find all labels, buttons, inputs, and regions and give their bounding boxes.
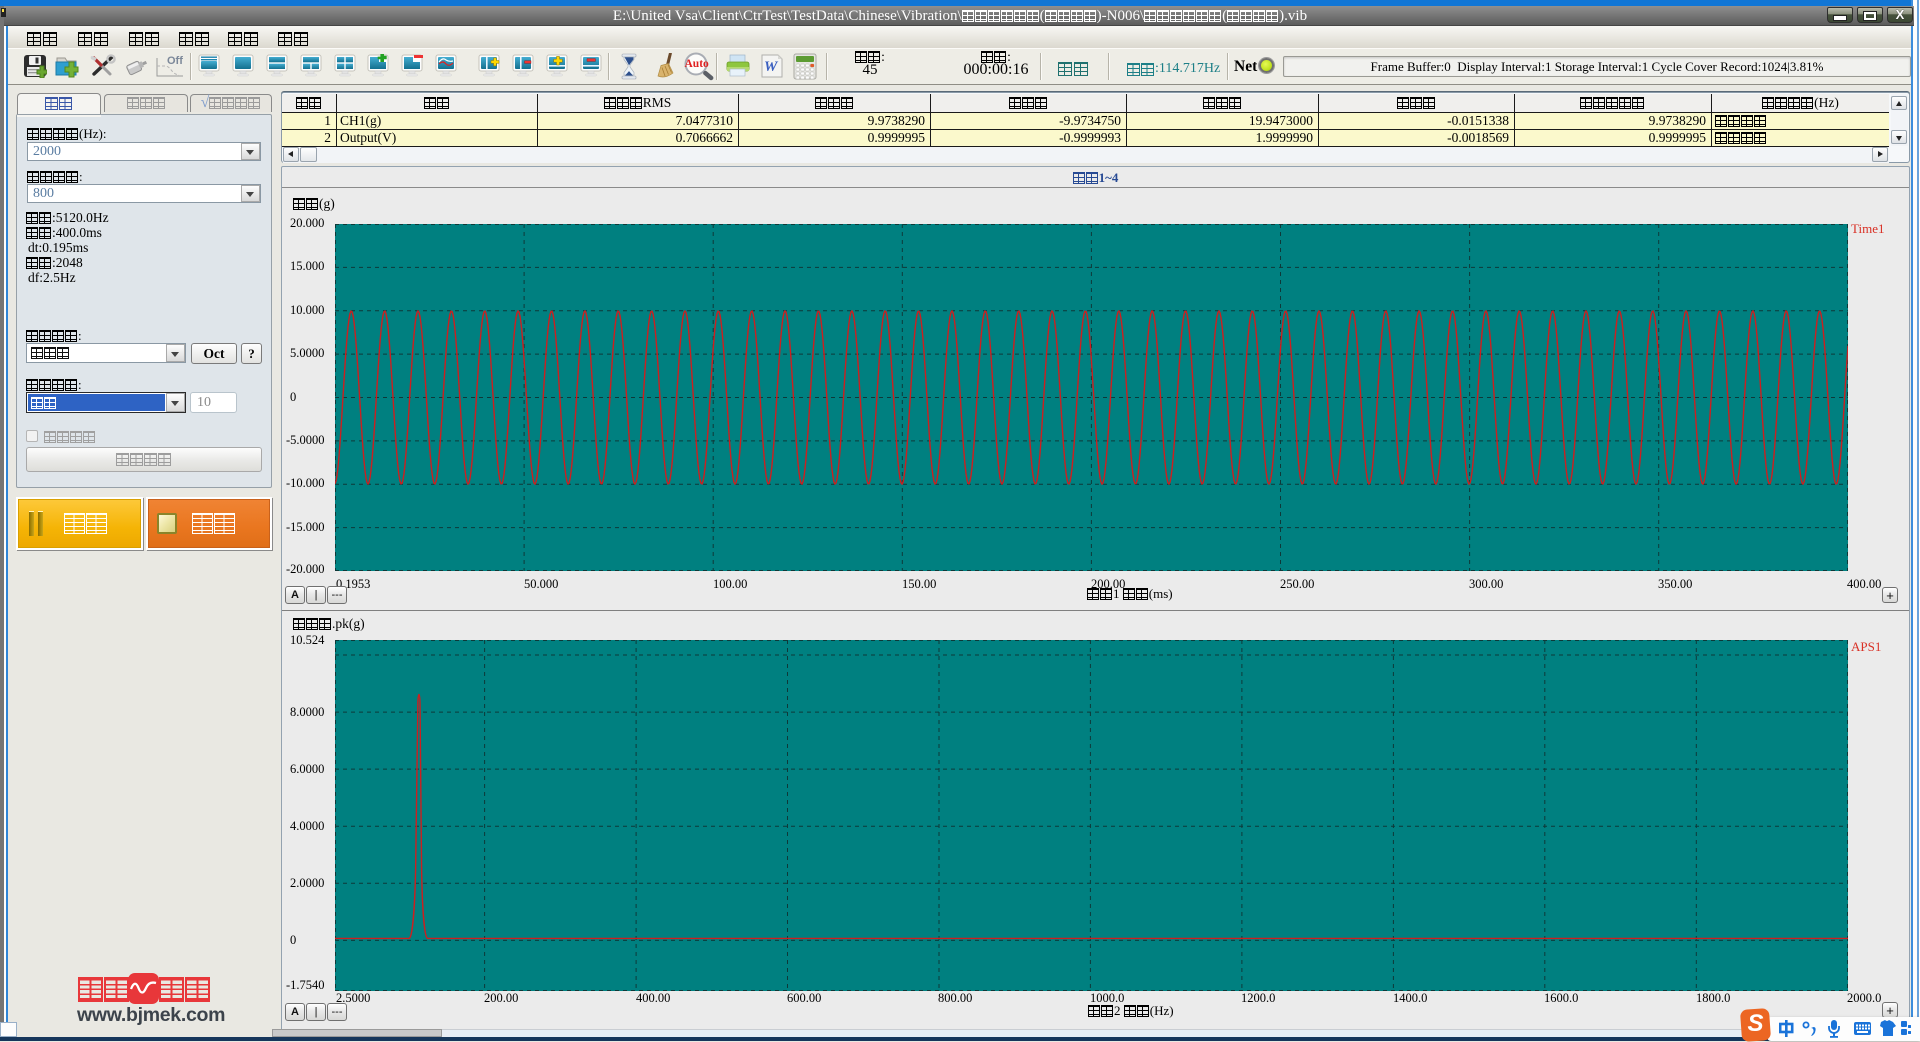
svg-text:Auto: Auto (685, 58, 710, 70)
svg-text:W: W (764, 59, 779, 75)
svg-text:Off: Off (167, 55, 183, 67)
